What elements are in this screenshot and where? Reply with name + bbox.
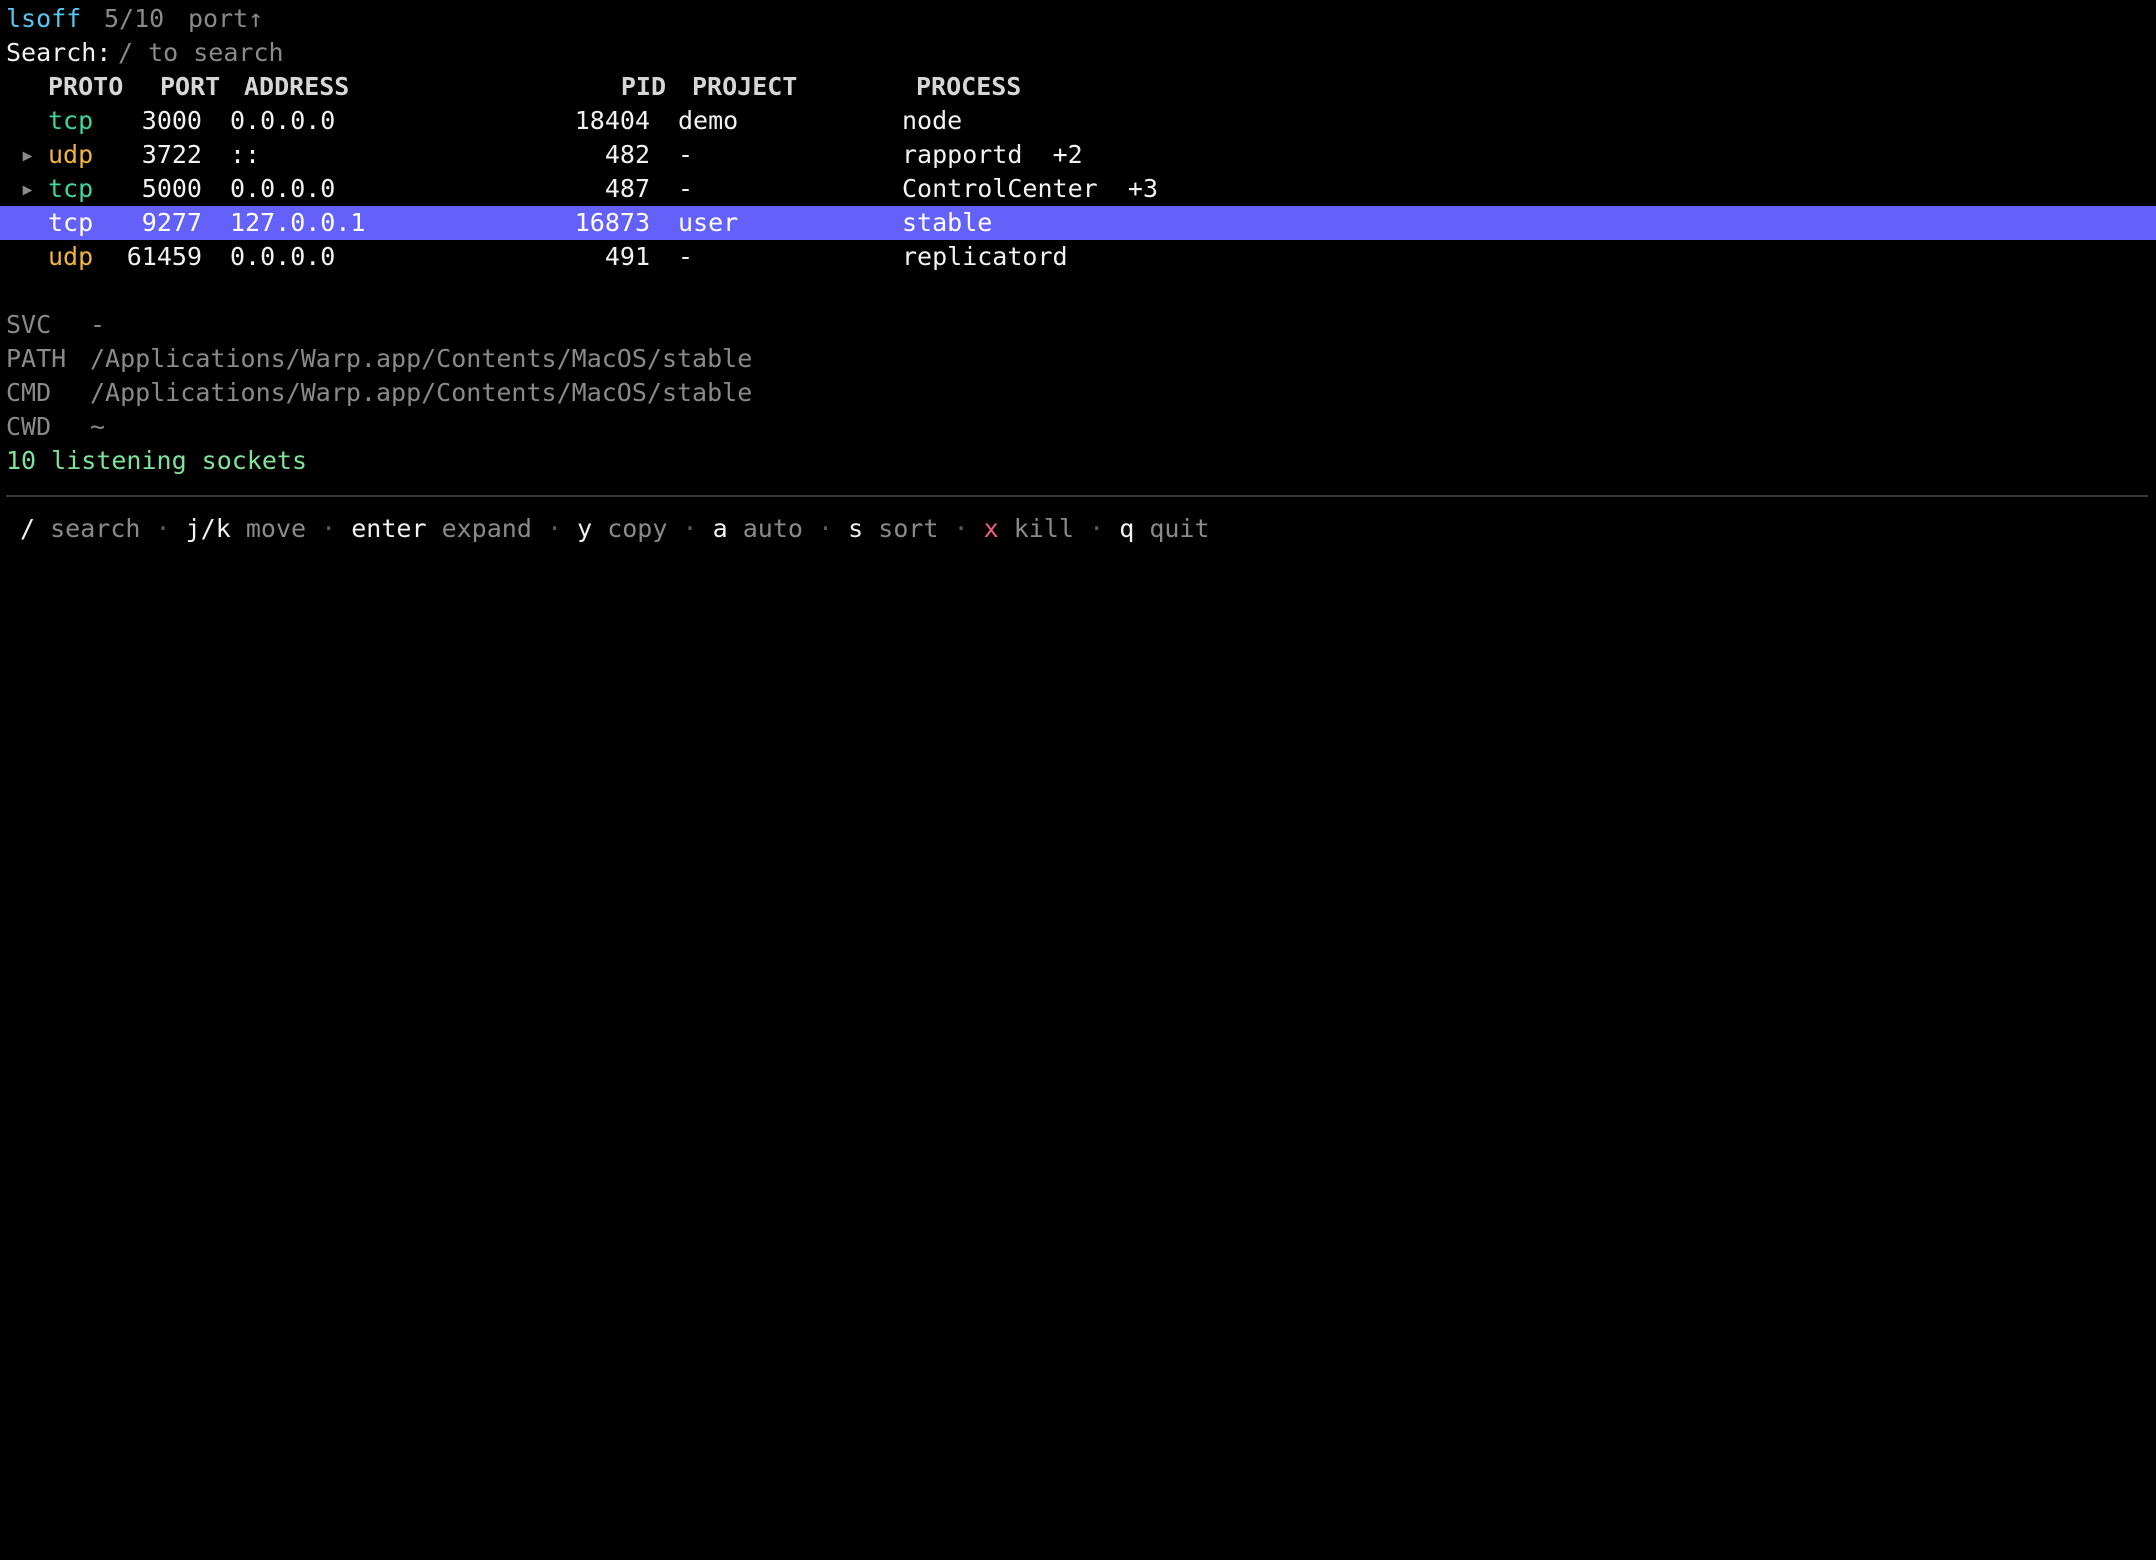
table-row[interactable]: ▸ udp 3722:: 482- rapportd +2 [0,138,2156,172]
cell-project: user [678,208,739,237]
column-process: PROCESS [916,72,1022,101]
column-project: PROJECT [692,72,798,101]
cell-proto: udp [48,242,94,271]
hint-separator: · [818,514,834,543]
column-pid: PID [620,72,666,101]
hint-expand[interactable]: enter expand [351,514,532,543]
table-row[interactable]: tcp 9277 127.0.0.1 16873 user stable [0,206,2156,240]
footer-divider [6,495,2148,497]
hint-separator: · [682,514,698,543]
detail-key: PATH [6,344,67,373]
hint-separator: · [155,514,171,543]
cell-port: 5000 [141,174,202,203]
cell-process: node [902,106,963,135]
cell-proto: tcp [48,208,94,237]
hint-move[interactable]: j/k move [186,514,306,543]
table-row[interactable]: udp 61459 0.0.0.0 491- replicatord [0,240,2156,274]
cell-process: ControlCenter [902,174,1098,203]
hint-copy[interactable]: y copy [577,514,667,543]
keybinding-hints: / search · j/k move · enter expand · y c… [20,512,1210,546]
cell-pid: 16873 [574,208,650,237]
cell-project: demo [678,106,739,135]
detail-key: CWD [6,412,52,441]
search-label: Search: [6,38,112,67]
cell-port: 3000 [141,106,202,135]
expand-arrow-icon[interactable]: ▸ [20,138,35,172]
hint-label: expand [441,514,532,543]
cell-proto: tcp [48,106,94,135]
hint-separator: · [1089,514,1105,543]
detail-value: ~ [90,412,106,441]
item-count: 5/10 [104,4,165,33]
cell-address: 0.0.0.0 [230,106,336,135]
cell-address: 0.0.0.0 [230,174,336,203]
hint-separator: · [321,514,337,543]
hint-quit[interactable]: q quit [1119,514,1209,543]
hint-label: search [50,514,141,543]
cell-address: :: [230,140,261,169]
column-port: PORT [160,72,221,101]
cell-process: stable [902,208,993,237]
hint-sort[interactable]: s sort [848,514,938,543]
search-input[interactable]: / to search [118,36,284,70]
cell-project: - [678,242,694,271]
cell-address: 0.0.0.0 [230,242,336,271]
search-bar[interactable]: Search: / to search [0,36,284,70]
hint-separator: · [953,514,969,543]
table-row[interactable]: ▸ tcp 5000 0.0.0.0 487- ControlCenter +3 [0,172,2156,206]
hint-separator: · [546,514,563,543]
hint-search[interactable]: / search [20,514,140,543]
hint-key: x [983,514,999,543]
table-header: PROTO PORT ADDRESS PID PROJECT PROCESS [0,70,1021,104]
hint-key: y [577,514,593,543]
hint-label: copy [607,514,668,543]
terminal-window: lsoff 5/10 port↑ Search: / to search PRO… [0,0,2156,1560]
cell-project: - [678,140,694,169]
hint-label: quit [1149,514,1210,543]
cell-project: - [678,174,694,203]
cell-pid: 18404 [574,106,650,135]
hint-label: move [245,514,307,543]
hint-label: auto [742,514,803,543]
cell-port: 3722 [141,140,202,169]
cell-extra-count: +2 [1052,140,1083,169]
cell-extra-count: +3 [1127,174,1158,203]
detail-value: /Applications/Warp.app/Contents/MacOS/st… [90,344,753,373]
hint-kill[interactable]: x kill [984,514,1074,543]
hint-label: kill [1013,514,1075,543]
hint-label: sort [878,514,939,543]
detail-key: CMD [6,378,52,407]
title-bar: lsoff 5/10 port↑ [0,2,263,36]
sort-indicator[interactable]: port↑ [188,2,263,36]
app-title: lsoff [6,4,82,33]
column-address: ADDRESS [244,72,350,101]
hint-key: enter [351,514,427,543]
cell-pid: 487 [604,174,650,203]
hint-key: a [712,514,728,543]
cell-process: rapportd [902,140,1023,169]
detail-value: /Applications/Warp.app/Contents/MacOS/st… [90,378,753,407]
hint-key: q [1119,514,1135,543]
cell-port: 9277 [141,208,202,237]
cell-port: 61459 [126,242,202,271]
cell-address: 127.0.0.1 [230,208,366,237]
column-proto: PROTO [48,72,124,101]
hint-key: s [848,514,864,543]
detail-key: SVC [6,310,52,339]
cell-proto: udp [48,140,94,169]
cell-process: replicatord [902,242,1068,271]
table-row[interactable]: tcp 3000 0.0.0.0 18404 demo node [0,104,2156,138]
hint-key: j/k [185,514,231,543]
cell-pid: 482 [604,140,650,169]
cell-pid: 491 [604,242,650,271]
cell-proto: tcp [48,174,94,203]
status-line: 10 listening sockets [6,446,308,475]
expand-arrow-icon[interactable]: ▸ [20,172,35,206]
hint-auto[interactable]: a auto [713,514,803,543]
hint-key: / [20,514,36,543]
detail-value: - [90,310,106,339]
